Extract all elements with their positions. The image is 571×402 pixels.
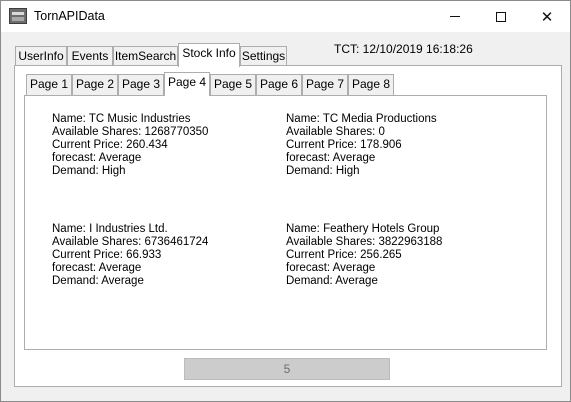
- stock-price: Current Price: 66.933: [52, 249, 162, 261]
- minimize-button[interactable]: [432, 1, 478, 32]
- stock-price: Current Price: 260.434: [52, 139, 168, 151]
- stock-block: Name: Feathery Hotels Group Available Sh…: [286, 223, 442, 288]
- maximize-button[interactable]: [478, 1, 524, 32]
- tct-clock: TCT: 12/10/2019 16:18:26: [334, 42, 473, 56]
- stock-shares: Available Shares: 1268770350: [52, 126, 209, 138]
- stock-name: Name: Feathery Hotels Group: [286, 223, 440, 235]
- stock-price: Current Price: 178.906: [286, 139, 402, 151]
- stock-block: Name: TC Music Industries Available Shar…: [52, 113, 208, 178]
- stock-demand: Demand: High: [52, 165, 126, 177]
- stock-block: Name: I Industries Ltd. Available Shares…: [52, 223, 208, 288]
- tab-page-1[interactable]: Page 1: [26, 74, 72, 95]
- title-bar[interactable]: TornAPIData ✕: [1, 1, 570, 32]
- tab-page-2[interactable]: Page 2: [72, 74, 118, 95]
- tab-page-3[interactable]: Page 3: [118, 74, 164, 95]
- stock-demand: Demand: High: [286, 165, 360, 177]
- stock-demand: Demand: Average: [52, 275, 144, 287]
- stock-name: Name: I Industries Ltd.: [52, 223, 168, 235]
- stock-block: Name: TC Media Productions Available Sha…: [286, 113, 437, 178]
- stock-shares: Available Shares: 3822963188: [286, 236, 443, 248]
- tab-page-5[interactable]: Page 5: [210, 74, 256, 95]
- stock-forecast: forecast: Average: [52, 262, 142, 274]
- app-icon: [9, 8, 27, 24]
- tab-page-4[interactable]: Page 4: [164, 72, 210, 96]
- close-button[interactable]: ✕: [524, 1, 570, 32]
- tab-page-7[interactable]: Page 7: [302, 74, 348, 95]
- app-window: TornAPIData ✕ UserInfo Events ItemSearch…: [0, 0, 571, 402]
- tab-userinfo[interactable]: UserInfo: [15, 46, 67, 67]
- tab-page-8[interactable]: Page 8: [348, 74, 394, 95]
- window-title: TornAPIData: [34, 9, 105, 23]
- maximize-icon: [496, 11, 506, 22]
- tab-events[interactable]: Events: [67, 46, 113, 67]
- stock-price: Current Price: 256.265: [286, 249, 402, 261]
- page-progress-bar: 5: [184, 358, 390, 380]
- stock-name: Name: TC Music Industries: [52, 113, 191, 125]
- stock-forecast: forecast: Average: [286, 152, 376, 164]
- tab-itemsearch[interactable]: ItemSearch: [113, 46, 178, 67]
- stock-shares: Available Shares: 6736461724: [52, 236, 209, 248]
- minimize-icon: [450, 16, 460, 17]
- tab-page-6[interactable]: Page 6: [256, 74, 302, 95]
- close-icon: ✕: [540, 8, 554, 26]
- stock-forecast: forecast: Average: [52, 152, 142, 164]
- stock-forecast: forecast: Average: [286, 262, 376, 274]
- stock-name: Name: TC Media Productions: [286, 113, 437, 125]
- tab-stock-info[interactable]: Stock Info: [178, 43, 240, 67]
- tab-settings[interactable]: Settings: [240, 46, 287, 67]
- stock-shares: Available Shares: 0: [286, 126, 385, 138]
- stock-page-panel: Name: TC Music Industries Available Shar…: [24, 95, 547, 350]
- stock-demand: Demand: Average: [286, 275, 378, 287]
